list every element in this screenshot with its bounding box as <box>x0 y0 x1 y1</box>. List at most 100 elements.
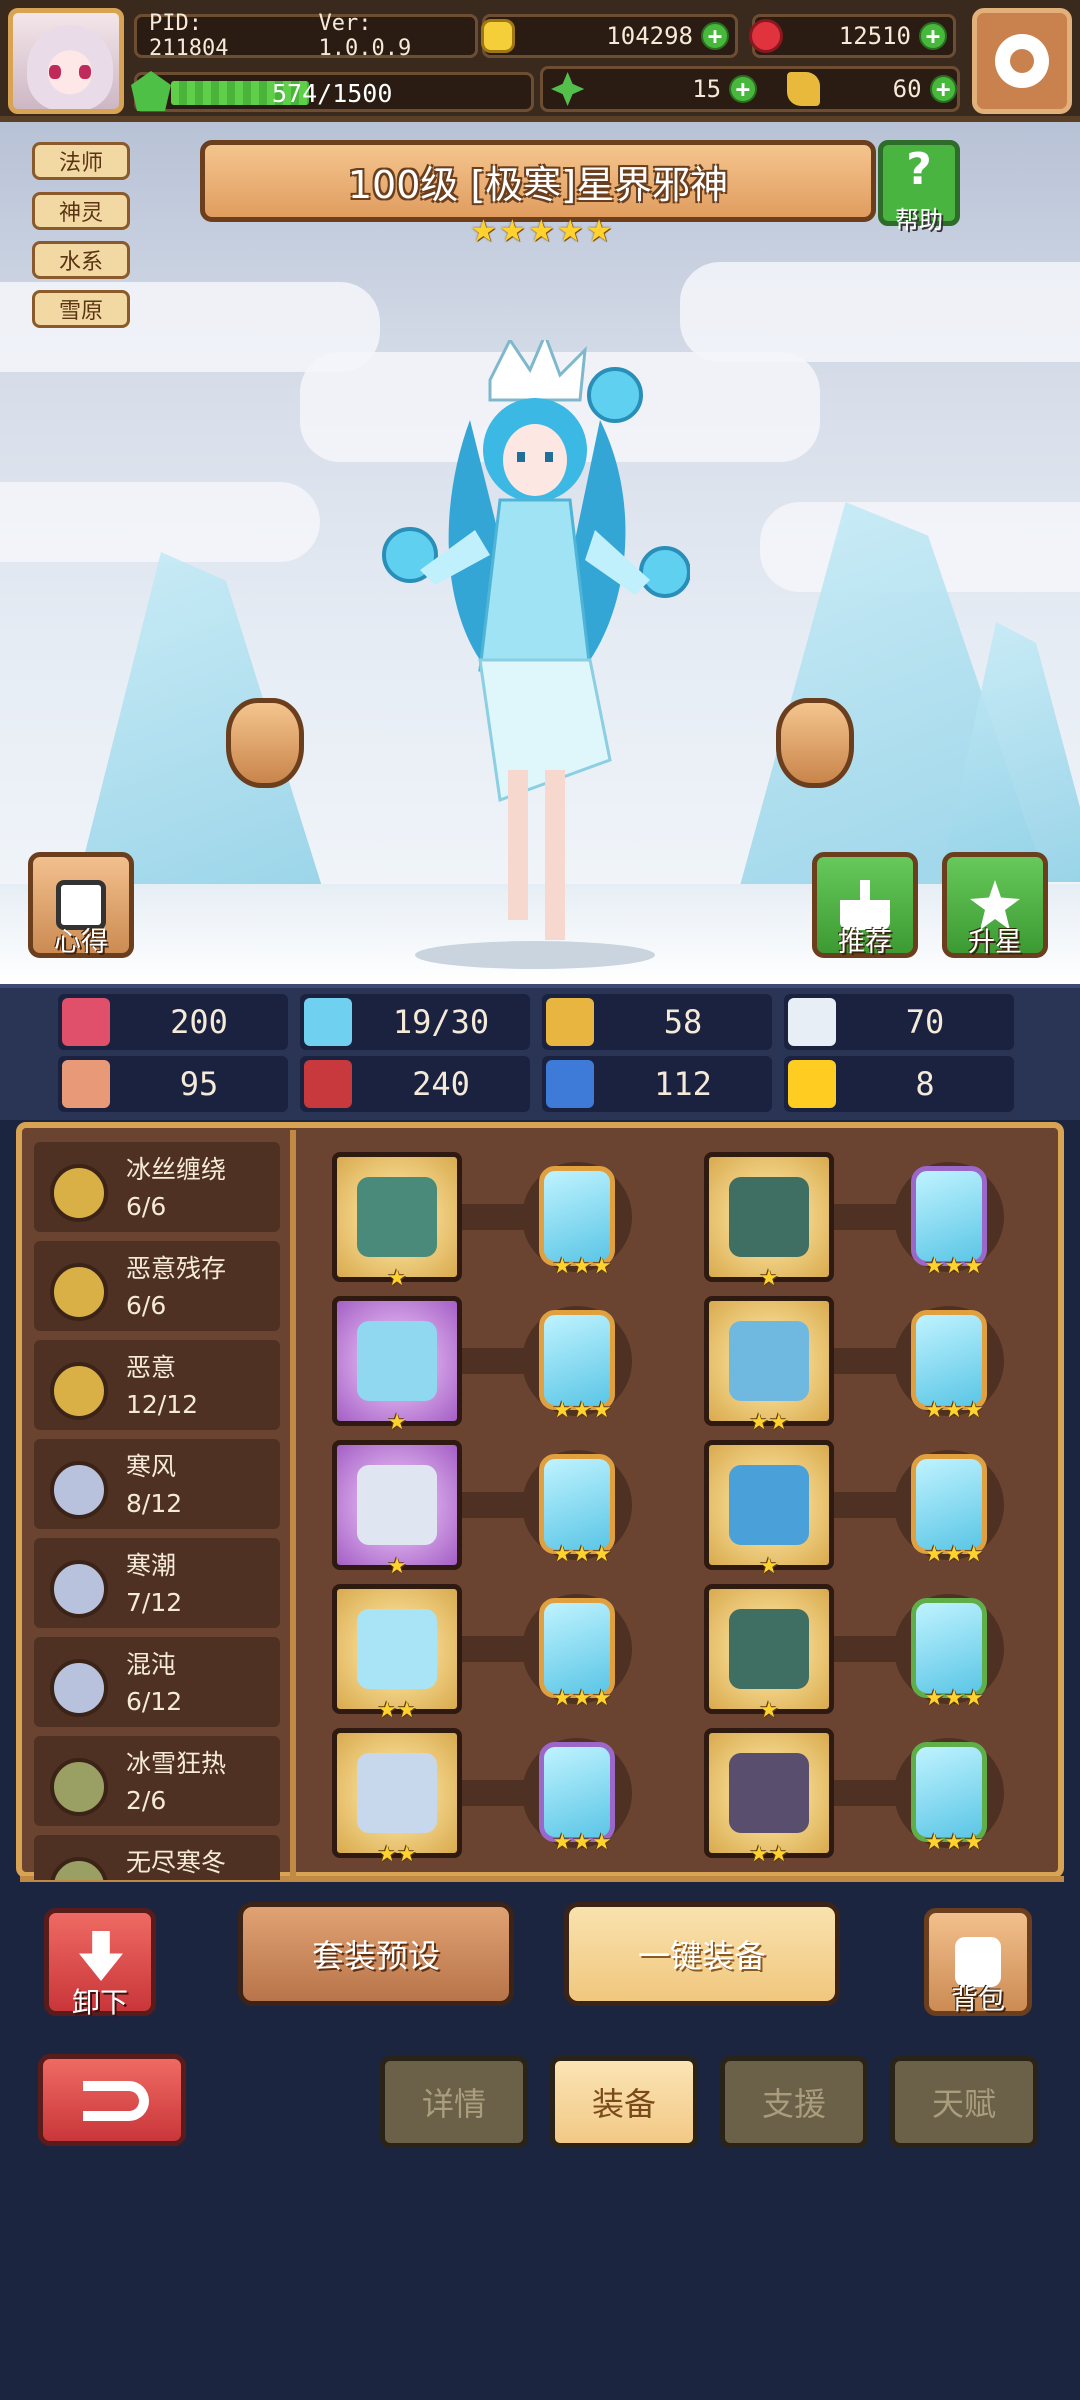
gem-stars: ★★★ <box>552 1398 612 1423</box>
rune-gem-icon[interactable]: ★★★ <box>539 1598 615 1711</box>
slot-link <box>832 1636 902 1662</box>
rune-gem-icon[interactable]: ★★★ <box>911 1310 987 1423</box>
set-count: 12/12 <box>126 1390 199 1419</box>
help-button[interactable]: ? 帮助 <box>878 140 960 234</box>
shield-icon <box>546 998 594 1046</box>
tag-race: 神灵 <box>32 192 130 230</box>
boots-icon <box>729 1753 809 1833</box>
star-up-button[interactable]: 升星 <box>942 852 1048 958</box>
set-name: 冰雪狂热 <box>126 1749 227 1778</box>
rune-gem-icon[interactable]: ★★★ <box>539 1454 615 1567</box>
add-gem-button[interactable]: + <box>919 22 947 50</box>
back-button[interactable] <box>38 2054 186 2146</box>
gem-stars: ★★★ <box>924 1542 984 1567</box>
recommend-label: 推荐 <box>838 927 892 958</box>
question-mark-icon: ? <box>906 144 932 195</box>
slot-link <box>460 1636 530 1662</box>
add-gold-button[interactable]: + <box>701 22 729 50</box>
equipment-slot[interactable]: ★ <box>704 1440 834 1579</box>
stat-horseshoe: 8 <box>784 1056 1014 1112</box>
hero-character-sprite[interactable] <box>380 340 690 970</box>
set-bonus-list[interactable]: 冰丝缠绕 6/6 恶意残存 6/6 恶意 12/12 寒风 8/12 寒潮 7/12 混沌 6/12 冰… <box>34 1138 280 1880</box>
set-bonus-item[interactable]: 寒风 8/12 <box>34 1439 280 1529</box>
equipment-slot[interactable]: ★★ <box>332 1584 462 1723</box>
gold-value: 104298 <box>606 22 693 50</box>
slot-link <box>832 1348 902 1374</box>
unequip-label: 卸下 <box>71 1986 128 2019</box>
next-hero-button[interactable] <box>776 698 854 788</box>
set-bonus-item[interactable]: 无尽寒冬 <box>34 1835 280 1880</box>
stat-wing: 70 <box>784 994 1014 1050</box>
set-bonus-item[interactable]: 混沌 6/12 <box>34 1637 280 1727</box>
equip-all-button[interactable]: 一键装备 <box>564 1902 840 2006</box>
equipment-slot[interactable]: ★ <box>704 1584 834 1723</box>
scroll-icon <box>546 1060 594 1108</box>
gem-stars: ★★★ <box>552 1542 612 1567</box>
set-bonus-item[interactable]: 冰雪狂热 2/6 <box>34 1736 280 1826</box>
stat-value: 19/30 <box>392 1003 490 1041</box>
set-emblem-icon <box>50 1659 108 1717</box>
set-emblem-icon <box>50 1362 108 1420</box>
pid-label: PID: 211804 <box>149 11 229 61</box>
insight-button[interactable]: 心得 <box>28 852 134 958</box>
equipment-slot[interactable]: ★★ <box>704 1728 834 1867</box>
tab-support[interactable]: 支援 <box>720 2056 868 2148</box>
player-avatar[interactable] <box>8 8 124 114</box>
equipment-slot[interactable]: ★ <box>332 1296 462 1435</box>
hero-star-icon: ★ <box>527 214 555 249</box>
hero-title-banner: 100级 [极寒]星界邪神 <box>200 140 876 222</box>
tag-class: 法师 <box>32 142 130 180</box>
settings-button[interactable] <box>972 8 1072 114</box>
stat-spellbook: 240 <box>300 1056 530 1112</box>
set-preset-label: 套装预设 <box>311 1937 440 1975</box>
red-gem-icon <box>749 19 783 53</box>
set-emblem-icon <box>50 1461 108 1519</box>
equipment-slot[interactable]: ★ <box>332 1440 462 1579</box>
bag-button[interactable]: 背包 <box>924 1908 1032 2016</box>
equipment-slot[interactable]: ★★ <box>332 1728 462 1867</box>
set-bonus-item[interactable]: 恶意残存 6/6 <box>34 1241 280 1331</box>
set-emblem-icon <box>50 1758 108 1816</box>
add-clover-button[interactable]: + <box>729 75 757 103</box>
rune-gem-icon[interactable]: ★★★ <box>911 1742 987 1855</box>
item-stars: ★★ <box>749 1842 789 1867</box>
set-bonus-item[interactable]: 寒潮 7/12 <box>34 1538 280 1628</box>
set-preset-button[interactable]: 套装预设 <box>238 1902 514 2006</box>
set-count: 6/12 <box>126 1687 183 1716</box>
set-name: 无尽寒冬 <box>126 1848 227 1877</box>
rune-gem-icon[interactable]: ★★★ <box>539 1310 615 1423</box>
set-name: 冰丝缠绕 <box>126 1155 227 1184</box>
rune-gem-icon[interactable]: ★★★ <box>539 1742 615 1855</box>
unequip-button[interactable]: 卸下 <box>44 1908 156 2019</box>
rune-gem-icon[interactable]: ★★★ <box>911 1454 987 1567</box>
set-name: 寒潮 <box>126 1551 177 1580</box>
stat-value: 112 <box>654 1065 712 1103</box>
equipment-slot[interactable]: ★★ <box>704 1296 834 1435</box>
hero-title: 100级 [极寒]星界邪神 <box>347 162 729 207</box>
hero-star-icon: ★ <box>556 214 584 249</box>
equipment-slot[interactable]: ★ <box>332 1152 462 1291</box>
tag-element: 水系 <box>32 241 130 279</box>
item-stars: ★ <box>759 1266 779 1291</box>
gem-stars: ★★★ <box>552 1686 612 1711</box>
rune-gem-icon[interactable]: ★★★ <box>911 1598 987 1711</box>
rune-gem-icon[interactable]: ★★★ <box>539 1166 615 1279</box>
equipment-slot[interactable]: ★ <box>704 1152 834 1291</box>
stat-mana-drop: 19/30 <box>300 994 530 1050</box>
gold-counter: 104298 + <box>481 14 738 58</box>
previous-hero-button[interactable] <box>226 698 304 788</box>
add-key-button[interactable]: + <box>929 75 958 103</box>
set-count: 2/6 <box>126 1786 167 1815</box>
rune-gem-icon[interactable]: ★★★ <box>911 1166 987 1279</box>
set-count: 8/12 <box>126 1489 183 1518</box>
stat-value: 70 <box>905 1003 945 1041</box>
recommend-button[interactable]: 推荐 <box>812 852 918 958</box>
set-emblem-icon <box>50 1263 108 1321</box>
set-bonus-item[interactable]: 冰丝缠绕 6/6 <box>34 1142 280 1232</box>
tab-talent[interactable]: 天赋 <box>890 2056 1038 2148</box>
set-bonus-item[interactable]: 恶意 12/12 <box>34 1340 280 1430</box>
set-count: 6/6 <box>126 1192 167 1221</box>
spellbook-icon <box>304 1060 352 1108</box>
tab-details[interactable]: 详情 <box>380 2056 528 2148</box>
tab-equipment[interactable]: 装备 <box>550 2056 698 2148</box>
